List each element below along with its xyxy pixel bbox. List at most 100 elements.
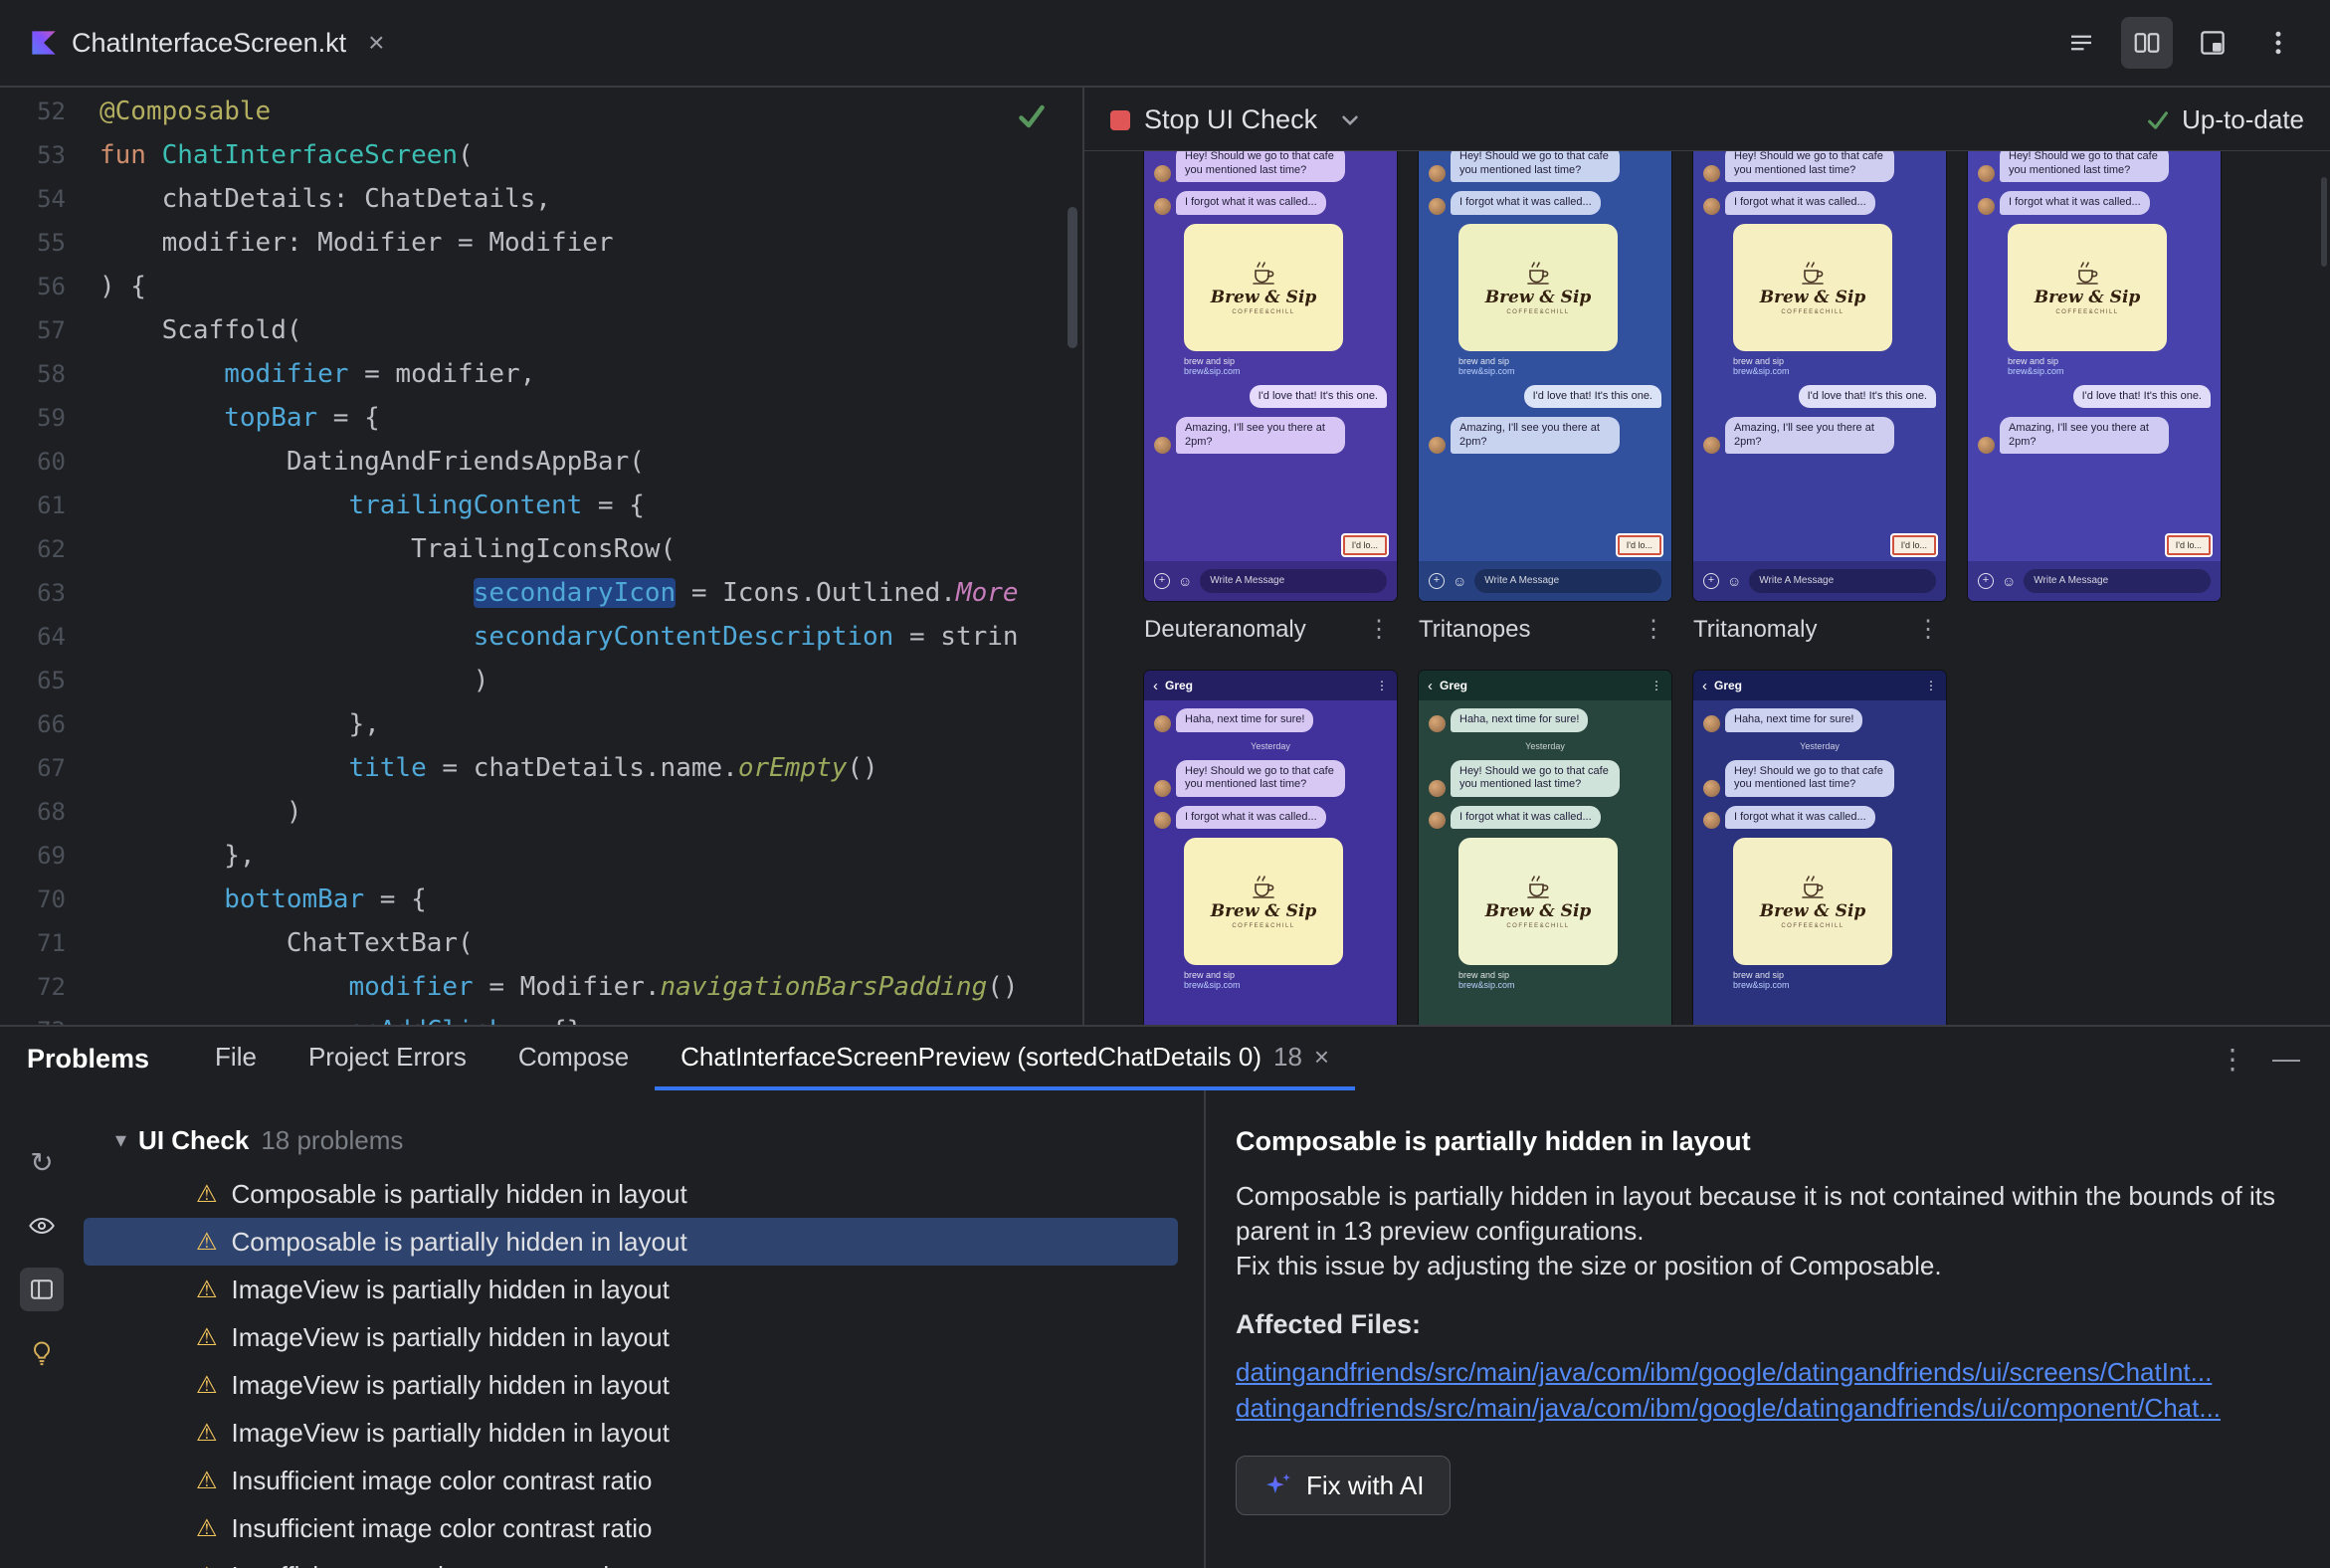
message-input[interactable]: Write A Message [2024,569,2211,593]
affected-file-link[interactable]: datingandfriends/src/main/java/com/ibm/g… [1236,1390,2290,1426]
code-editor[interactable]: 52 @Composable 53 fun ChatInterfaceScreen(5… [0,90,1082,1025]
emoji-icon[interactable]: ☺ [2002,573,2016,589]
code-line[interactable]: 68 ) [0,790,1082,834]
link-preview-card[interactable]: Brew & Sip COFFEE&CHILL brew and sip brew&s… [1733,223,1892,376]
code-line[interactable]: 72 modifier = Modifier.navigationBarsPad… [0,965,1082,1009]
problem-row[interactable]: ⚠ ImageView is partially hidden in layout [84,1313,1178,1361]
code-line[interactable]: 71 ChatTextBar( [0,921,1082,965]
split-editor-icon[interactable] [2121,17,2173,69]
stop-ui-check-button[interactable]: Stop UI Check [1110,104,1359,135]
link-url[interactable]: brew&sip.com [1458,980,1618,990]
phone-preview-card[interactable]: ‹ Greg ⋮ Haha, next time for sure! Yesterday… [1693,671,1946,1025]
code-line[interactable]: 62 TrailingIconsRow( [0,527,1082,571]
plus-icon[interactable]: + [1978,573,1994,589]
chevron-down-icon[interactable]: ▾ [115,1127,126,1153]
emoji-icon[interactable]: ☺ [1727,573,1741,589]
code-line[interactable]: 65 ) [0,659,1082,702]
tab-close-icon[interactable]: × [368,27,384,59]
code-line[interactable]: 53 fun ChatInterfaceScreen( [0,133,1082,177]
kebab-icon[interactable]: ⋮ [1650,679,1662,692]
link-url[interactable]: brew&sip.com [1184,366,1343,376]
affected-file-link[interactable]: datingandfriends/src/main/java/com/ibm/g… [1236,1354,2290,1390]
problem-row[interactable]: ⚠ Insufficient image color contrast ratio [84,1504,1178,1552]
structure-view-icon[interactable] [2055,17,2107,69]
tab-compose[interactable]: Compose [492,1027,655,1090]
plus-icon[interactable]: + [1429,573,1445,589]
code-line[interactable]: 55 modifier: Modifier = Modifier [0,221,1082,265]
kebab-menu-icon[interactable] [2252,17,2304,69]
problem-row[interactable]: ⚠ Composable is partially hidden in layou… [84,1218,1178,1266]
problem-row[interactable]: ⚠ Insufficient text color contrast ratio [84,1552,1178,1568]
code-line[interactable]: 66 }, [0,702,1082,746]
link-preview-card[interactable]: Brew & Sip COFFEE&CHILL brew and sip brew&s… [1458,223,1618,376]
code-line[interactable]: 73 onAddClick = {} [0,1009,1082,1025]
fix-with-ai-button[interactable]: Fix with AI [1236,1456,1452,1515]
kebab-icon[interactable]: ⋮ [1925,679,1937,692]
phone-preview-card[interactable]: ‹ Greg ⋮ Haha, next time for sure! Yesterday… [1419,671,1671,1025]
message-input[interactable]: Write A Message [1200,569,1387,593]
kebab-icon[interactable]: ⋮ [1376,679,1388,692]
kebab-icon[interactable]: ⋮ [1361,615,1397,644]
code-line[interactable]: 60 DatingAndFriendsAppBar( [0,440,1082,484]
code-line[interactable]: 57 Scaffold( [0,308,1082,352]
editor-scrollbar[interactable] [1068,207,1077,348]
code-line[interactable]: 59 topBar = { [0,396,1082,440]
code-line[interactable]: 61 trailingContent = { [0,484,1082,527]
editor-tab[interactable]: ChatInterfaceScreen.kt × [0,0,411,86]
tab-chatinterfacescreenpreview-sortedchatdetails-0-[interactable]: ChatInterfaceScreenPreview (sortedChatDe… [655,1027,1356,1090]
code-line[interactable]: 52 @Composable [0,90,1082,133]
back-icon[interactable]: ‹ [1702,679,1707,693]
link-url[interactable]: brew&sip.com [1733,980,1892,990]
code-line[interactable]: 56) { [0,265,1082,308]
minimize-icon[interactable]: — [2272,1043,2300,1075]
phone-preview-card[interactable]: Hey! Should we go to that cafe you menti… [1144,151,1397,601]
code-line[interactable]: 64 secondaryContentDescription = strin [0,615,1082,659]
phone-preview-card[interactable]: Hey! Should we go to that cafe you menti… [1693,151,1946,601]
problem-row[interactable]: ⚠ Insufficient image color contrast ratio [84,1457,1178,1504]
problem-row[interactable]: ⚠ Composable is partially hidden in layou… [84,1170,1178,1218]
code-line[interactable]: 69 }, [0,834,1082,878]
preview-eye-icon[interactable] [20,1204,64,1248]
flagged-composable-chip[interactable]: I'd lo... [2166,535,2211,555]
problem-row[interactable]: ⚠ ImageView is partially hidden in layout [84,1409,1178,1457]
link-url[interactable]: brew&sip.com [1458,366,1618,376]
flagged-composable-chip[interactable]: I'd lo... [1617,535,1661,555]
flagged-composable-chip[interactable]: I'd lo... [1342,535,1387,555]
inspections-ok-icon[interactable] [1017,101,1047,131]
tab-project-errors[interactable]: Project Errors [283,1027,492,1090]
back-icon[interactable]: ‹ [1428,679,1433,693]
ui-check-group[interactable]: ▾ UI Check 18 problems [84,1120,1204,1160]
refresh-icon[interactable]: ↻ [20,1140,64,1184]
kebab-icon[interactable]: ⋮ [1910,615,1946,644]
code-line[interactable]: 58 modifier = modifier, [0,352,1082,396]
code-line[interactable]: 67 title = chatDetails.name.orEmpty() [0,746,1082,790]
link-preview-card[interactable]: Brew & Sip COFFEE&CHILL brew and sip brew&s… [1458,838,1618,990]
link-url[interactable]: brew&sip.com [1184,980,1343,990]
preview-scrollbar[interactable] [2321,177,2327,267]
phone-preview-card[interactable]: Hey! Should we go to that cafe you menti… [1968,151,2221,601]
link-preview-card[interactable]: Brew & Sip COFFEE&CHILL brew and sip brew&s… [1733,838,1892,990]
code-line[interactable]: 63 secondaryIcon = Icons.Outlined.More [0,571,1082,615]
link-preview-card[interactable]: Brew & Sip COFFEE&CHILL brew and sip brew&s… [1184,223,1343,376]
message-input[interactable]: Write A Message [1474,569,1661,593]
tab-file[interactable]: File [189,1027,283,1090]
chevron-down-icon[interactable] [1341,114,1359,126]
problems-kebab-icon[interactable]: ⋮ [2219,1043,2246,1076]
details-view-icon[interactable] [20,1268,64,1311]
link-url[interactable]: brew&sip.com [2008,366,2167,376]
plus-icon[interactable]: + [1703,573,1719,589]
lightbulb-icon[interactable] [20,1331,64,1375]
tab-close-icon[interactable]: × [1314,1042,1329,1073]
problem-row[interactable]: ⚠ ImageView is partially hidden in layout [84,1361,1178,1409]
code-line[interactable]: 54 chatDetails: ChatDetails, [0,177,1082,221]
back-icon[interactable]: ‹ [1153,679,1158,693]
preview-layout-icon[interactable] [2187,17,2238,69]
link-preview-card[interactable]: Brew & Sip COFFEE&CHILL brew and sip brew&s… [1184,838,1343,990]
link-url[interactable]: brew&sip.com [1733,366,1892,376]
kebab-icon[interactable]: ⋮ [1636,615,1671,644]
plus-icon[interactable]: + [1154,573,1170,589]
problem-row[interactable]: ⚠ ImageView is partially hidden in layout [84,1266,1178,1313]
flagged-composable-chip[interactable]: I'd lo... [1891,535,1936,555]
emoji-icon[interactable]: ☺ [1453,573,1466,589]
message-input[interactable]: Write A Message [1749,569,1936,593]
